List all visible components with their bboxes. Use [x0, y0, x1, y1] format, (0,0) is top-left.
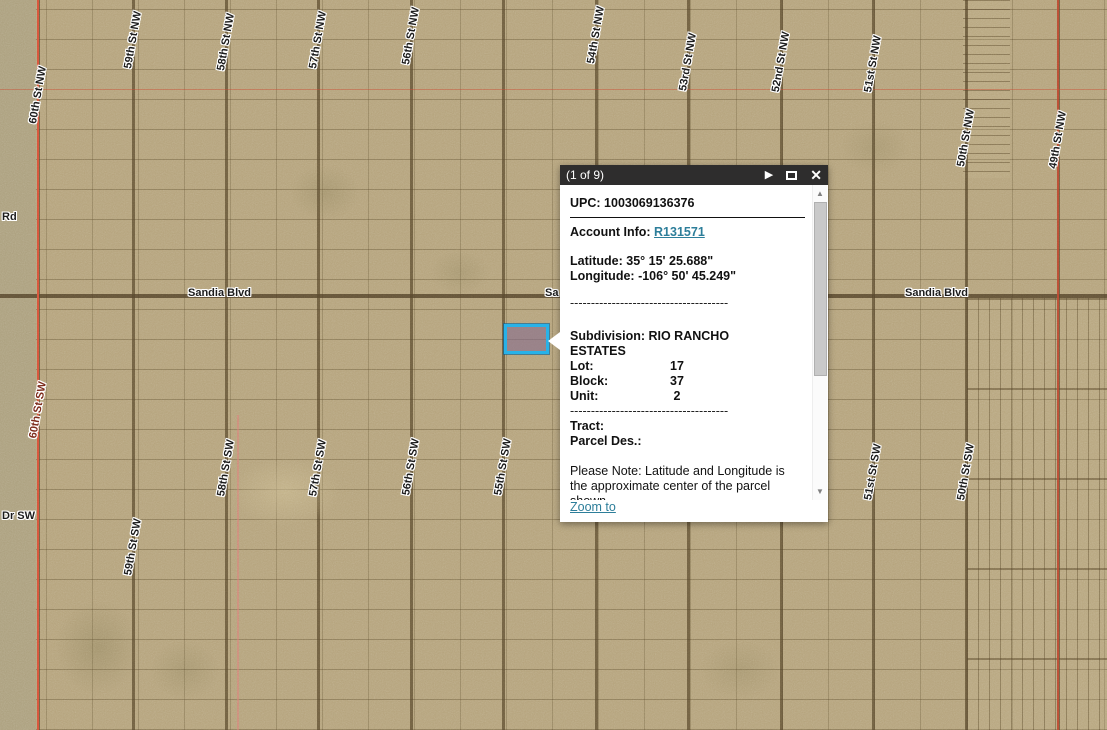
- map-viewport[interactable]: 60th St NW60th St SW59th St NW59th St SW…: [0, 0, 1107, 730]
- road-label-sandia-blvd: Sandia Blvd: [905, 287, 968, 299]
- terrain-patch: [55, 600, 140, 695]
- popup-body: UPC: 1003069136376 Account Info: R131571…: [560, 185, 828, 522]
- street-label-57th-st-nw: 57th St NW: [307, 10, 329, 69]
- street-label-54th-st-nw: 54th St NW: [585, 5, 607, 64]
- terrain-patch: [700, 640, 780, 700]
- popup-parcel-info: (1 of 9) ▶ ✕ UPC: 1003069136376 Account …: [560, 165, 828, 522]
- terrain-patch: [150, 640, 220, 700]
- block-row: Block:37: [570, 374, 813, 389]
- account-info-row: Account Info: R131571: [570, 225, 813, 240]
- scrollbar-thumb[interactable]: [814, 202, 827, 376]
- maximize-icon[interactable]: [786, 171, 797, 180]
- street-label-57th-st-sw: 57th St SW: [307, 439, 329, 498]
- popup-titlebar: (1 of 9) ▶ ✕: [560, 165, 828, 185]
- tract-row: Tract:: [570, 419, 813, 434]
- street-label-49th-st-nw: 49th St NW: [1047, 110, 1069, 169]
- street-label-59th-st-sw: 59th St SW: [122, 518, 144, 577]
- street-line: [132, 0, 135, 730]
- section-line-vertical: [237, 415, 239, 730]
- terrain-patch: [290, 165, 360, 220]
- street-label-56th-st-sw: 56th St SW: [400, 438, 422, 497]
- dashed-separator: --------------------------------------: [570, 296, 813, 311]
- zoom-to-link[interactable]: Zoom to: [570, 500, 616, 514]
- selected-parcel-highlight[interactable]: [504, 324, 549, 354]
- next-feature-icon[interactable]: ▶: [765, 170, 773, 181]
- popup-title: (1 of 9): [566, 168, 604, 182]
- scroll-down-icon[interactable]: ▼: [813, 487, 827, 496]
- street-label-51st-st-nw: 51st St NW: [862, 35, 884, 94]
- popup-callout-arrow: [548, 332, 560, 350]
- street-line: [872, 0, 875, 730]
- road-label-sandia-blvd: Sandia Blvd: [188, 287, 251, 299]
- street-label-58th-st-nw: 58th St NW: [215, 12, 237, 71]
- street-line: [410, 0, 413, 730]
- terrain-patch: [840, 120, 910, 175]
- street-label-59th-st-nw: 59th St NW: [122, 10, 144, 69]
- close-icon[interactable]: ✕: [810, 168, 822, 182]
- popup-scrollbar[interactable]: ▲ ▼: [812, 185, 827, 500]
- subdivision-row: Subdivision: RIO RANCHO ESTATES: [570, 329, 775, 359]
- parcel-des-row: Parcel Des.:: [570, 434, 813, 449]
- divider-line: [570, 217, 805, 218]
- longitude-row: Longitude: -106° 50' 45.249": [570, 269, 813, 284]
- street-label-56th-st-nw: 56th St NW: [400, 6, 422, 65]
- street-label-53rd-st-nw: 53rd St NW: [677, 32, 699, 92]
- lot-row: Lot:17: [570, 359, 813, 374]
- scroll-up-icon[interactable]: ▲: [813, 189, 827, 198]
- road-label-sa: Sa: [545, 287, 558, 299]
- gis-parcel-viewer: 60th St NW60th St SW59th St NW59th St SW…: [0, 0, 1107, 730]
- road-label-rd: Rd: [2, 211, 17, 223]
- street-line: [502, 0, 505, 730]
- dashed-separator: --------------------------------------: [570, 404, 813, 419]
- latitude-row: Latitude: 35° 15' 25.688": [570, 254, 813, 269]
- popup-note: Please Note: Latitude and Longitude is t…: [570, 464, 805, 500]
- popup-content: UPC: 1003069136376 Account Info: R131571…: [560, 185, 813, 500]
- street-label-55th-st-sw: 55th St SW: [492, 438, 514, 497]
- street-line: [225, 0, 228, 730]
- strip-parcels-east: [967, 298, 1107, 730]
- terrain-texture: [0, 0, 1107, 730]
- road-label-dr-sw: Dr SW: [2, 510, 35, 522]
- terrain-patch: [430, 250, 490, 295]
- street-label-51st-st-sw: 51st St SW: [862, 443, 884, 501]
- street-label-58th-st-sw: 58th St SW: [215, 439, 237, 498]
- popup-footer: Zoom to: [560, 500, 828, 522]
- section-line-horizontal: [0, 89, 1107, 90]
- street-line: [317, 0, 320, 730]
- street-label-52nd-st-nw: 52nd St NW: [770, 31, 792, 93]
- unit-row: Unit:2: [570, 389, 813, 404]
- account-info-link[interactable]: R131571: [654, 225, 705, 239]
- upc-row: UPC: 1003069136376: [570, 196, 813, 211]
